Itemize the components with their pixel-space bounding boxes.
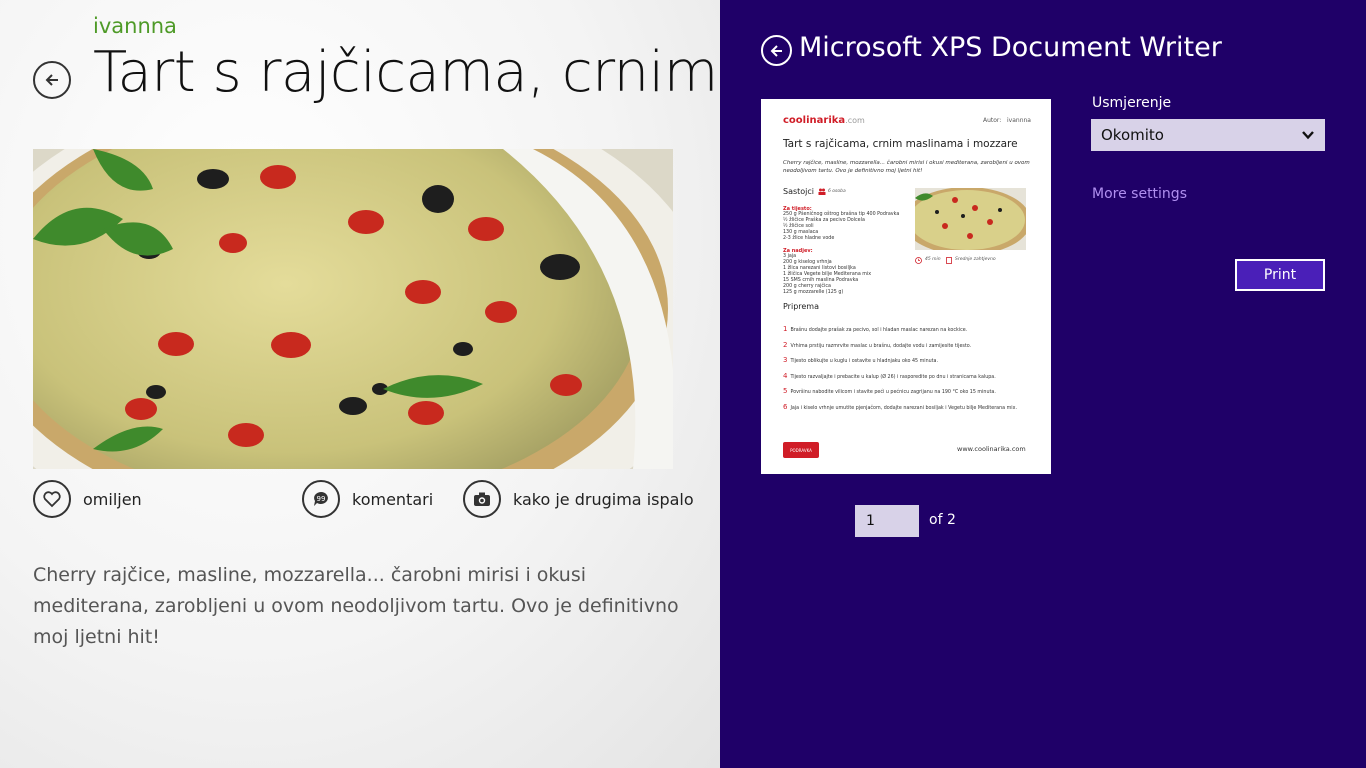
orientation-value: Okomito — [1101, 126, 1164, 144]
orientation-select[interactable]: Okomito — [1091, 119, 1325, 151]
preview-dough-list: 250 g Pšeničnog oštrog brašna tip 400 Po… — [783, 212, 903, 242]
list-item: 2-3 žlice hladne vode — [783, 236, 835, 241]
preview-ingredients-heading: Sastojci — [783, 187, 815, 196]
page-title: Tart s rajčicama, crnim maslinama i mozz… — [93, 40, 720, 105]
back-button[interactable] — [33, 61, 71, 99]
preview-author-name: ivannna — [1007, 117, 1031, 124]
preview-step: 4 Tijesto razvaljajte i prebacite u kalup… — [783, 372, 996, 380]
photos-label: kako je drugima ispalo — [513, 489, 694, 509]
preview-step: 6 Jaja i kiselo vrhnje umutite pjenjačom,… — [783, 403, 1017, 411]
recipe-description: Cherry rajčice, masline, mozzarella... č… — [33, 564, 679, 648]
preview-title: Tart s rajčicama, crnim maslinama i mozz… — [783, 138, 1018, 150]
preview-photo — [915, 188, 1026, 250]
preview-logo: coolinarika.com — [783, 115, 865, 126]
page-number-input[interactable]: 1 — [855, 505, 919, 537]
preview-step: 5 Površinu nabodite vilicom i stavite peć… — [783, 387, 996, 395]
preview-servings: 6 osoba — [828, 189, 846, 194]
printer-name: Microsoft XPS Document Writer — [799, 32, 1222, 63]
print-preview: coolinarika.com Autor: ivannna Tart s ra… — [761, 99, 1051, 474]
recipe-app: ivannna Tart s rajčicama, crnim maslinam… — [0, 0, 720, 768]
print-panel: Microsoft XPS Document Writer coolinarik… — [720, 0, 1366, 768]
author-name[interactable]: ivannna — [93, 14, 177, 38]
camera-icon — [463, 480, 501, 518]
back-arrow-icon — [45, 74, 58, 86]
favorite-label: omiljen — [83, 489, 142, 509]
heart-icon — [33, 480, 71, 518]
comments-label: komentari — [352, 489, 434, 509]
preview-intro: Cherry rajčice, masline, mozzarella... č… — [783, 160, 1030, 174]
difficulty-icon — [946, 257, 952, 264]
print-button[interactable]: Print — [1235, 259, 1325, 291]
recipe-photo — [33, 149, 673, 469]
comments-action[interactable]: 99 komentari — [302, 480, 433, 518]
comments-icon: 99 — [302, 480, 340, 518]
people-icon — [818, 188, 826, 195]
chevron-down-icon — [1302, 131, 1314, 140]
favorite-action[interactable]: omiljen — [33, 480, 142, 518]
preview-filling-list: 3 jaja 200 g kiselog vrhnja 1 žlica nare… — [783, 254, 903, 296]
preview-step: 3 Tijesto oblikujte u kuglu i ostavite u … — [783, 356, 939, 364]
back-arrow-icon — [770, 44, 782, 57]
preview-brand-logo: PODRAVKA — [783, 442, 819, 458]
orientation-label: Usmjerenje — [1092, 95, 1172, 111]
preview-prep-heading: Priprema — [783, 302, 820, 311]
preview-url: www.coolinarika.com — [957, 445, 1026, 453]
list-item: 125 g mozzarelle (125 g) — [783, 290, 844, 295]
preview-difficulty: Srednje zahtjevno — [955, 257, 996, 262]
preview-step: 1 Brašnu dodajte prašak za pecivo, sol i … — [783, 325, 968, 333]
svg-text:99: 99 — [317, 495, 326, 503]
preview-time: 45 min — [925, 257, 941, 262]
photos-action[interactable]: kako je drugima ispalo — [463, 480, 694, 518]
page-total: of 2 — [929, 512, 956, 528]
clock-icon — [915, 257, 922, 264]
preview-step: 2 Vrhima prstiju razmrvite maslac u brašn… — [783, 341, 972, 349]
more-settings-link[interactable]: More settings — [1092, 186, 1187, 202]
print-back-button[interactable] — [761, 35, 792, 66]
preview-author-label: Autor: — [983, 117, 1002, 124]
